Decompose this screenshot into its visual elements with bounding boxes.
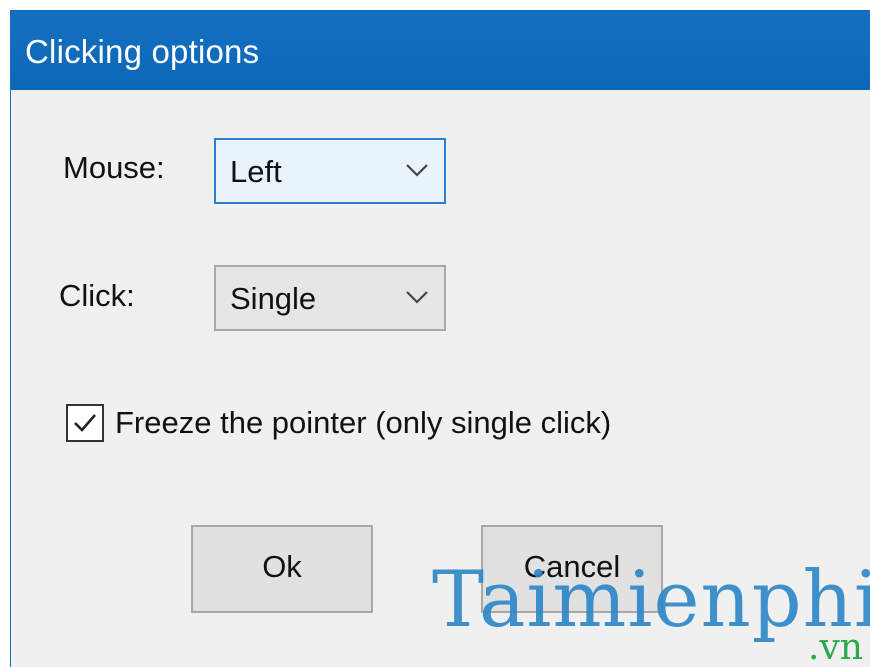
mouse-select[interactable]: Left	[214, 138, 446, 204]
watermark-logo-suffix: .vn	[808, 627, 863, 667]
chevron-down-icon	[406, 291, 428, 304]
mouse-label: Mouse:	[63, 150, 165, 185]
mouse-select-value: Left	[230, 154, 282, 189]
screen: Clicking options Mouse: Left Click: Sing…	[0, 0, 870, 667]
checkmark-icon	[74, 414, 96, 432]
freeze-pointer-label[interactable]: Freeze the pointer (only single click)	[115, 404, 611, 442]
title-bar[interactable]: Clicking options	[11, 10, 870, 90]
click-select-value: Single	[230, 281, 317, 316]
chevron-down-icon	[406, 164, 428, 177]
click-label: Click:	[59, 278, 135, 313]
ok-button[interactable]: Ok	[191, 525, 373, 613]
freeze-pointer-checkbox[interactable]	[66, 404, 104, 442]
window-title: Clicking options	[25, 33, 260, 70]
click-select[interactable]: Single	[214, 265, 446, 331]
watermark-logo: Taimienphi	[432, 555, 870, 645]
